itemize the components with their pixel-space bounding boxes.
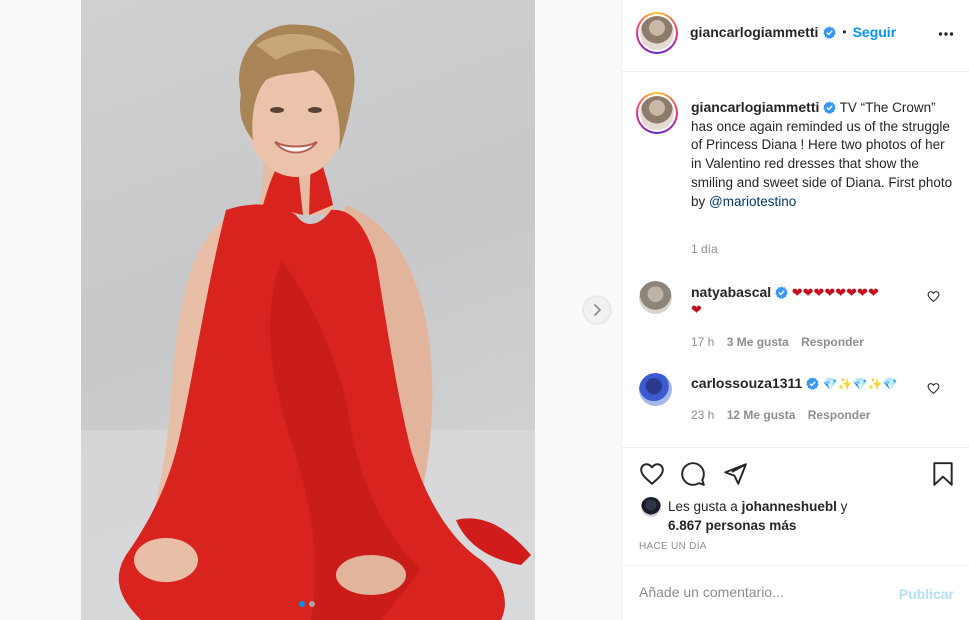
post-header: giancarlogiammetti • Seguir [622, 0, 969, 72]
commenter-username[interactable]: natyabascal [691, 284, 771, 300]
comment-likes-count[interactable]: 12 Me gusta [727, 408, 796, 422]
publish-button[interactable]: Publicar [899, 586, 954, 602]
instagram-post-modal: giancarlogiammetti • Seguir giancarlogia [0, 0, 969, 620]
liked-by-username[interactable]: johanneshuebl [742, 499, 837, 514]
comment-text-continued: ❤ [691, 302, 702, 317]
comment-like-heart-icon[interactable] [927, 382, 940, 395]
photo-illustration [81, 24, 535, 620]
liker-avatar[interactable] [641, 497, 661, 517]
commenter-avatar[interactable] [639, 373, 672, 406]
caption-body: giancarlogiammetti TV “The Crown” has on… [691, 98, 953, 211]
commenter-username[interactable]: carlossouza1311 [691, 375, 802, 391]
bookmark-icon[interactable] [930, 461, 956, 487]
comment-timestamp[interactable]: 17 h [691, 335, 714, 349]
comment-text: ❤❤❤❤❤❤❤❤ [791, 285, 879, 300]
carousel-dot [309, 601, 315, 607]
comment-likes-count[interactable]: 3 Me gusta [727, 335, 789, 349]
comment-reply-button[interactable]: Responder [801, 335, 864, 349]
likes-prefix: Les gusta a [668, 499, 738, 514]
likes-others-link[interactable]: 6.867 personas más [668, 518, 796, 533]
likes-conjunction: y [840, 499, 848, 514]
carousel-next-button[interactable] [584, 297, 610, 323]
comment-text: 💎✨💎✨💎 [822, 377, 898, 391]
follow-separator: • [842, 25, 847, 39]
author-username[interactable]: giancarlogiammetti [690, 24, 818, 40]
comment-composer: Publicar [622, 565, 969, 620]
caption-text: TV “The Crown” has once again reminded u… [691, 100, 953, 209]
commenter-avatar[interactable] [639, 281, 672, 314]
heart-icon[interactable] [639, 461, 665, 487]
verified-badge-icon [823, 25, 837, 39]
comment-input[interactable] [639, 584, 889, 600]
caption-author-username[interactable]: giancarlogiammetti [691, 99, 819, 115]
follow-button[interactable]: Seguir [853, 24, 897, 40]
carousel-dot-active [299, 601, 305, 607]
more-options-button[interactable] [938, 26, 954, 47]
comment-timestamp[interactable]: 23 h [691, 408, 714, 422]
more-options-icon [938, 32, 954, 36]
post-timestamp[interactable]: HACE UN DÍA [639, 541, 707, 552]
chevron-right-icon [594, 304, 601, 316]
verified-badge-icon [806, 377, 819, 390]
comment-like-heart-icon[interactable] [927, 290, 940, 303]
post-photo[interactable] [81, 0, 535, 620]
comment-icon[interactable] [680, 461, 706, 487]
caption-author-avatar[interactable] [636, 92, 678, 134]
caption-timestamp[interactable]: 1 día [691, 242, 718, 256]
carousel-indicator [299, 601, 315, 607]
comment-reply-button[interactable]: Responder [808, 408, 871, 422]
verified-badge-icon [775, 286, 788, 299]
caption-mention-link[interactable]: @mariotestino [709, 194, 796, 209]
post-details-panel: giancarlogiammetti • Seguir giancarlogia [621, 0, 969, 620]
paper-plane-icon[interactable] [722, 461, 748, 487]
likes-summary: Les gusta a johanneshuebl y 6.867 person… [668, 497, 847, 535]
verified-badge-icon [823, 101, 836, 114]
author-avatar[interactable] [636, 12, 678, 54]
